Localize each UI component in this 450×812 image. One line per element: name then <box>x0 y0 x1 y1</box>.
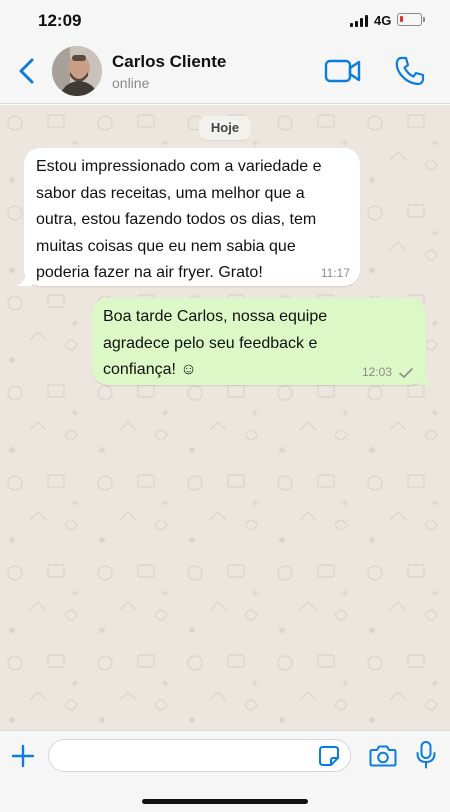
contact-status: online <box>112 75 150 91</box>
message-bubble-outgoing[interactable]: Boa tarde Carlos, nossa equipe agradece … <box>92 298 434 385</box>
avatar[interactable] <box>52 46 102 96</box>
network-type: 4G <box>374 13 392 28</box>
message-input[interactable] <box>48 739 351 772</box>
voice-call-button[interactable] <box>394 55 426 87</box>
signal-strength-icon <box>350 15 370 27</box>
status-time: 12:09 <box>38 11 82 30</box>
attach-button[interactable] <box>10 743 36 769</box>
chat-area[interactable]: Hoje Estou impressionado com a variedade… <box>0 105 450 730</box>
bubble-tail <box>418 371 434 385</box>
contact-photo <box>52 46 102 96</box>
bubble-tail <box>16 272 32 286</box>
message-time: 12:03 <box>361 365 392 379</box>
date-separator: Hoje <box>199 116 251 140</box>
battery-level <box>400 16 403 22</box>
message-text: Estou impressionado com a variedade e sa… <box>36 158 322 281</box>
back-button[interactable] <box>14 56 40 86</box>
contact-name[interactable]: Carlos Cliente <box>112 52 226 72</box>
voice-message-button[interactable] <box>415 740 437 770</box>
camera-button[interactable] <box>369 744 397 768</box>
microphone-icon <box>416 741 436 769</box>
chat-header: Carlos Cliente online <box>0 42 450 104</box>
video-call-button[interactable] <box>324 58 362 84</box>
status-bar: 12:09 4G <box>0 0 450 42</box>
camera-icon <box>369 745 397 767</box>
sticker-icon <box>319 746 339 766</box>
plus-icon <box>11 744 35 768</box>
phone-icon <box>395 56 425 86</box>
message-bubble-incoming[interactable]: Estou impressionado com a variedade e sa… <box>16 148 360 286</box>
video-camera-icon <box>324 59 361 83</box>
sticker-button[interactable] <box>318 745 340 767</box>
battery-icon <box>397 13 425 26</box>
message-time: 11:17 <box>320 266 350 280</box>
check-icon <box>399 368 413 378</box>
message-input-bar <box>0 730 450 812</box>
chevron-left-icon <box>19 58 34 84</box>
home-indicator <box>142 799 308 804</box>
